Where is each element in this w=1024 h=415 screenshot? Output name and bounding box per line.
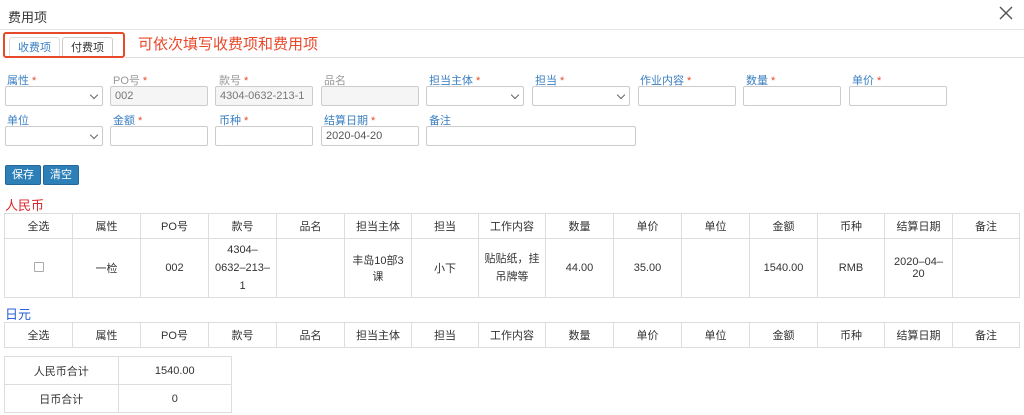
col-note: 备注 bbox=[952, 213, 1020, 239]
col-style-no: 款号 bbox=[208, 213, 277, 239]
rmb-table: 全选 属性 PO号 款号 品名 担当主体 担当 工作内容 数量 单价 单位 金额… bbox=[4, 213, 1020, 298]
close-icon[interactable] bbox=[998, 5, 1014, 21]
hint-annotation: 可依次填写收费项和费用项 bbox=[138, 36, 319, 53]
quantity-input[interactable] bbox=[743, 86, 841, 106]
col-owner: 担当 bbox=[411, 322, 479, 348]
amount-input[interactable] bbox=[110, 126, 208, 146]
owner-unit-select[interactable] bbox=[426, 86, 524, 106]
total-row-jpy: 日币合计 0 bbox=[4, 384, 232, 413]
product-name-input[interactable] bbox=[321, 86, 419, 106]
rmb-header-row: 全选 属性 PO号 款号 品名 担当主体 担当 工作内容 数量 单价 单位 金额… bbox=[4, 213, 1020, 239]
col-attribute: 属性 bbox=[72, 213, 141, 239]
col-owner: 担当 bbox=[411, 213, 479, 239]
note-input[interactable] bbox=[426, 126, 636, 146]
total-row-rmb: 人民币合计 1540.00 bbox=[4, 356, 232, 385]
rmb-section-title: 人民币 bbox=[5, 198, 45, 213]
cell-owner-unit: 丰岛10部3课 bbox=[344, 238, 412, 298]
col-quantity: 数量 bbox=[545, 322, 614, 348]
row-checkbox-cell[interactable] bbox=[4, 238, 73, 298]
jpy-header-row: 全选 属性 PO号 款号 品名 担当主体 担当 工作内容 数量 单价 单位 金额… bbox=[4, 322, 1020, 348]
style-no-input[interactable]: 4304-0632-213-1 bbox=[215, 86, 313, 106]
col-unit: 单位 bbox=[681, 322, 750, 348]
col-po: PO号 bbox=[140, 213, 209, 239]
col-quantity: 数量 bbox=[545, 213, 614, 239]
col-product-name: 品名 bbox=[276, 322, 345, 348]
col-unit-price: 单价 bbox=[613, 322, 682, 348]
settle-date-input[interactable]: 2020-04-20 bbox=[321, 126, 419, 146]
cell-amount: 1540.00 bbox=[749, 238, 818, 298]
total-jpy-label: 日币合计 bbox=[4, 384, 119, 413]
col-select-all[interactable]: 全选 bbox=[4, 322, 73, 348]
cell-note bbox=[952, 238, 1020, 298]
col-po: PO号 bbox=[140, 322, 209, 348]
total-rmb-value: 1540.00 bbox=[117, 356, 232, 385]
col-work-content: 工作内容 bbox=[478, 213, 546, 239]
col-amount: 金额 bbox=[749, 213, 818, 239]
cell-unit-price: 35.00 bbox=[613, 238, 682, 298]
col-currency: 币种 bbox=[817, 322, 885, 348]
jpy-table: 全选 属性 PO号 款号 品名 担当主体 担当 工作内容 数量 单价 单位 金额… bbox=[4, 322, 1020, 348]
total-rmb-label: 人民币合计 bbox=[4, 356, 119, 385]
save-button[interactable]: 保存 bbox=[5, 165, 41, 185]
dialog-header: 费用项 bbox=[0, 0, 1024, 30]
unit-price-input[interactable] bbox=[849, 86, 947, 106]
table-row[interactable]: 一检 002 4304–0632–213–1 丰岛10部3课 小下 贴贴纸，挂吊… bbox=[4, 238, 1020, 298]
cell-work-content: 贴贴纸，挂吊牌等 bbox=[478, 238, 546, 298]
col-note: 备注 bbox=[952, 322, 1020, 348]
cell-po: 002 bbox=[140, 238, 209, 298]
unit-select[interactable] bbox=[5, 126, 103, 146]
col-amount: 金额 bbox=[749, 322, 818, 348]
cell-style-no: 4304–0632–213–1 bbox=[208, 238, 277, 298]
cell-currency: RMB bbox=[817, 238, 885, 298]
col-currency: 币种 bbox=[817, 213, 885, 239]
cell-unit bbox=[681, 238, 750, 298]
dialog-title: 费用项 bbox=[8, 10, 48, 25]
col-style-no: 款号 bbox=[208, 322, 277, 348]
cell-settle-date: 2020–04–20 bbox=[884, 238, 953, 298]
currency-input[interactable] bbox=[215, 126, 313, 146]
totals-table: 人民币合计 1540.00 日币合计 0 bbox=[4, 356, 232, 413]
po-input[interactable]: 002 bbox=[110, 86, 208, 106]
row-checkbox[interactable] bbox=[33, 261, 44, 272]
jpy-section-title: 日元 bbox=[5, 307, 32, 322]
tabs-highlight-box bbox=[3, 32, 125, 58]
total-jpy-value: 0 bbox=[117, 384, 232, 413]
cell-attribute: 一检 bbox=[72, 238, 141, 298]
col-settle-date: 结算日期 bbox=[884, 322, 953, 348]
col-settle-date: 结算日期 bbox=[884, 213, 953, 239]
col-attribute: 属性 bbox=[72, 322, 141, 348]
attribute-select[interactable] bbox=[5, 86, 103, 106]
clear-button[interactable]: 清空 bbox=[43, 165, 79, 185]
col-product-name: 品名 bbox=[276, 213, 345, 239]
col-unit-price: 单价 bbox=[613, 213, 682, 239]
col-owner-unit: 担当主体 bbox=[344, 213, 412, 239]
owner-select[interactable] bbox=[532, 86, 630, 106]
work-content-input[interactable] bbox=[638, 86, 736, 106]
col-work-content: 工作内容 bbox=[478, 322, 546, 348]
cell-product-name bbox=[276, 238, 345, 298]
col-owner-unit: 担当主体 bbox=[344, 322, 412, 348]
col-select-all[interactable]: 全选 bbox=[4, 213, 73, 239]
cell-quantity: 44.00 bbox=[545, 238, 614, 298]
tab-underline bbox=[125, 57, 1024, 58]
cell-owner: 小下 bbox=[411, 238, 479, 298]
col-unit: 单位 bbox=[681, 213, 750, 239]
